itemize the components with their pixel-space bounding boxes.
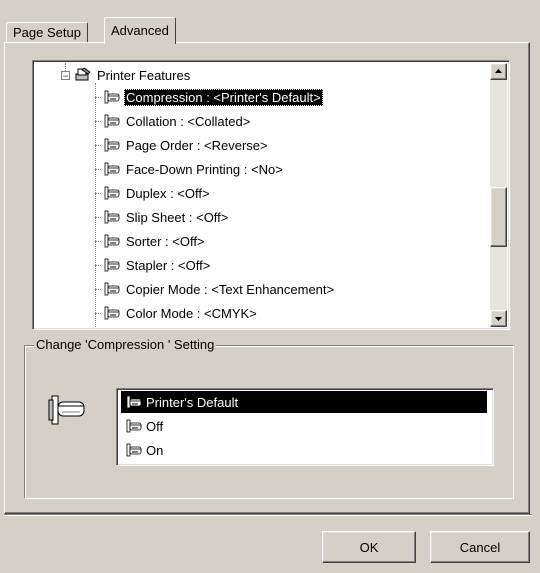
tree-item[interactable]: Sorter : <Off> xyxy=(95,230,207,252)
tree-item[interactable]: Color Mode : <CMYK> xyxy=(95,302,259,324)
tree-connector xyxy=(95,97,101,98)
tree-connector xyxy=(95,145,101,146)
tree-connector xyxy=(95,121,101,122)
option-item-label: Off xyxy=(146,418,164,434)
tree-item[interactable]: Page Order : <Reverse> xyxy=(95,134,270,156)
feature-item-icon xyxy=(103,185,121,201)
option-item[interactable]: Printer's Default xyxy=(121,391,487,413)
tree-item-label: Stapler : <Off> xyxy=(126,257,211,273)
tree-item[interactable]: Collation : <Collated> xyxy=(95,110,252,132)
printer-features-icon xyxy=(74,67,92,83)
scroll-up-button[interactable] xyxy=(490,63,507,80)
tree-connector xyxy=(95,241,101,242)
feature-item-icon xyxy=(103,161,121,177)
tree-item[interactable]: Copier Mode : <Text Enhancement> xyxy=(95,278,336,300)
dialog-separator xyxy=(4,514,532,516)
tree-item-label: Compression : <Printer's Default> xyxy=(124,88,323,106)
setting-options-listbox[interactable]: Printer's Default Off On xyxy=(116,388,494,466)
feature-item-icon xyxy=(103,89,121,105)
minus-expander-icon[interactable]: − xyxy=(61,70,70,80)
tree-item-label: Color Mode : <CMYK> xyxy=(126,305,257,321)
tree-item[interactable]: Face-Down Printing : <No> xyxy=(95,158,285,180)
tree-connector xyxy=(95,83,96,327)
tree-item[interactable]: Compression : <Printer's Default> xyxy=(95,86,323,108)
groupbox-title: Change 'Compression ' Setting xyxy=(34,337,217,352)
feature-item-icon xyxy=(103,233,121,249)
option-item[interactable]: On xyxy=(121,439,163,461)
printer-features-tree[interactable]: − Printer Features Compression : <Printe… xyxy=(32,60,510,330)
tree-item[interactable]: Slip Sheet : <Off> xyxy=(95,206,230,228)
scroll-down-button[interactable] xyxy=(490,310,507,327)
tree-connector xyxy=(95,193,101,194)
option-item-icon xyxy=(125,442,143,458)
arrow-down-icon xyxy=(495,317,502,321)
tree-item[interactable]: Stapler : <Off> xyxy=(95,254,212,276)
tree-connector xyxy=(95,217,101,218)
tree-item-label: Slip Sheet : <Off> xyxy=(126,209,229,225)
option-item-label: Printer's Default xyxy=(146,394,239,410)
feature-item-icon xyxy=(103,281,121,297)
tree-item-label: Face-Down Printing : <No> xyxy=(126,161,283,177)
ok-button[interactable]: OK xyxy=(322,531,416,563)
arrow-up-icon xyxy=(495,69,502,73)
tree-content: − Printer Features Compression : <Printe… xyxy=(35,63,489,327)
cancel-button[interactable]: Cancel xyxy=(430,531,530,563)
tree-item-label: Page Order : <Reverse> xyxy=(126,137,268,153)
scroll-thumb[interactable] xyxy=(490,187,507,247)
tree-scrollbar[interactable] xyxy=(490,63,507,327)
setting-feature-icon xyxy=(46,392,90,428)
tree-connector xyxy=(95,169,101,170)
tree-connector xyxy=(95,265,101,266)
feature-item-icon xyxy=(103,113,121,129)
feature-item-icon xyxy=(103,305,121,321)
feature-item-icon xyxy=(103,137,121,153)
tree-item-label: Sorter : <Off> xyxy=(126,233,205,249)
tab-advanced[interactable]: Advanced xyxy=(104,17,176,44)
tab-page-setup[interactable]: Page Setup xyxy=(6,22,88,43)
tree-item-label: Collation : <Collated> xyxy=(126,113,251,129)
option-item-icon xyxy=(125,394,143,410)
feature-item-icon xyxy=(103,209,121,225)
option-item-icon xyxy=(125,418,143,434)
tree-item-label: Copier Mode : <Text Enhancement> xyxy=(126,281,335,297)
option-item[interactable]: Off xyxy=(121,415,163,437)
tree-item-label: Duplex : <Off> xyxy=(126,185,210,201)
feature-item-icon xyxy=(103,257,121,273)
tree-connector xyxy=(95,313,101,314)
option-item-label: On xyxy=(146,442,164,458)
tree-parent-row[interactable]: − Printer Features xyxy=(61,64,192,86)
tree-connector xyxy=(95,289,101,290)
tree-item[interactable]: Duplex : <Off> xyxy=(95,182,212,204)
tree-parent-label: Printer Features xyxy=(97,67,191,83)
